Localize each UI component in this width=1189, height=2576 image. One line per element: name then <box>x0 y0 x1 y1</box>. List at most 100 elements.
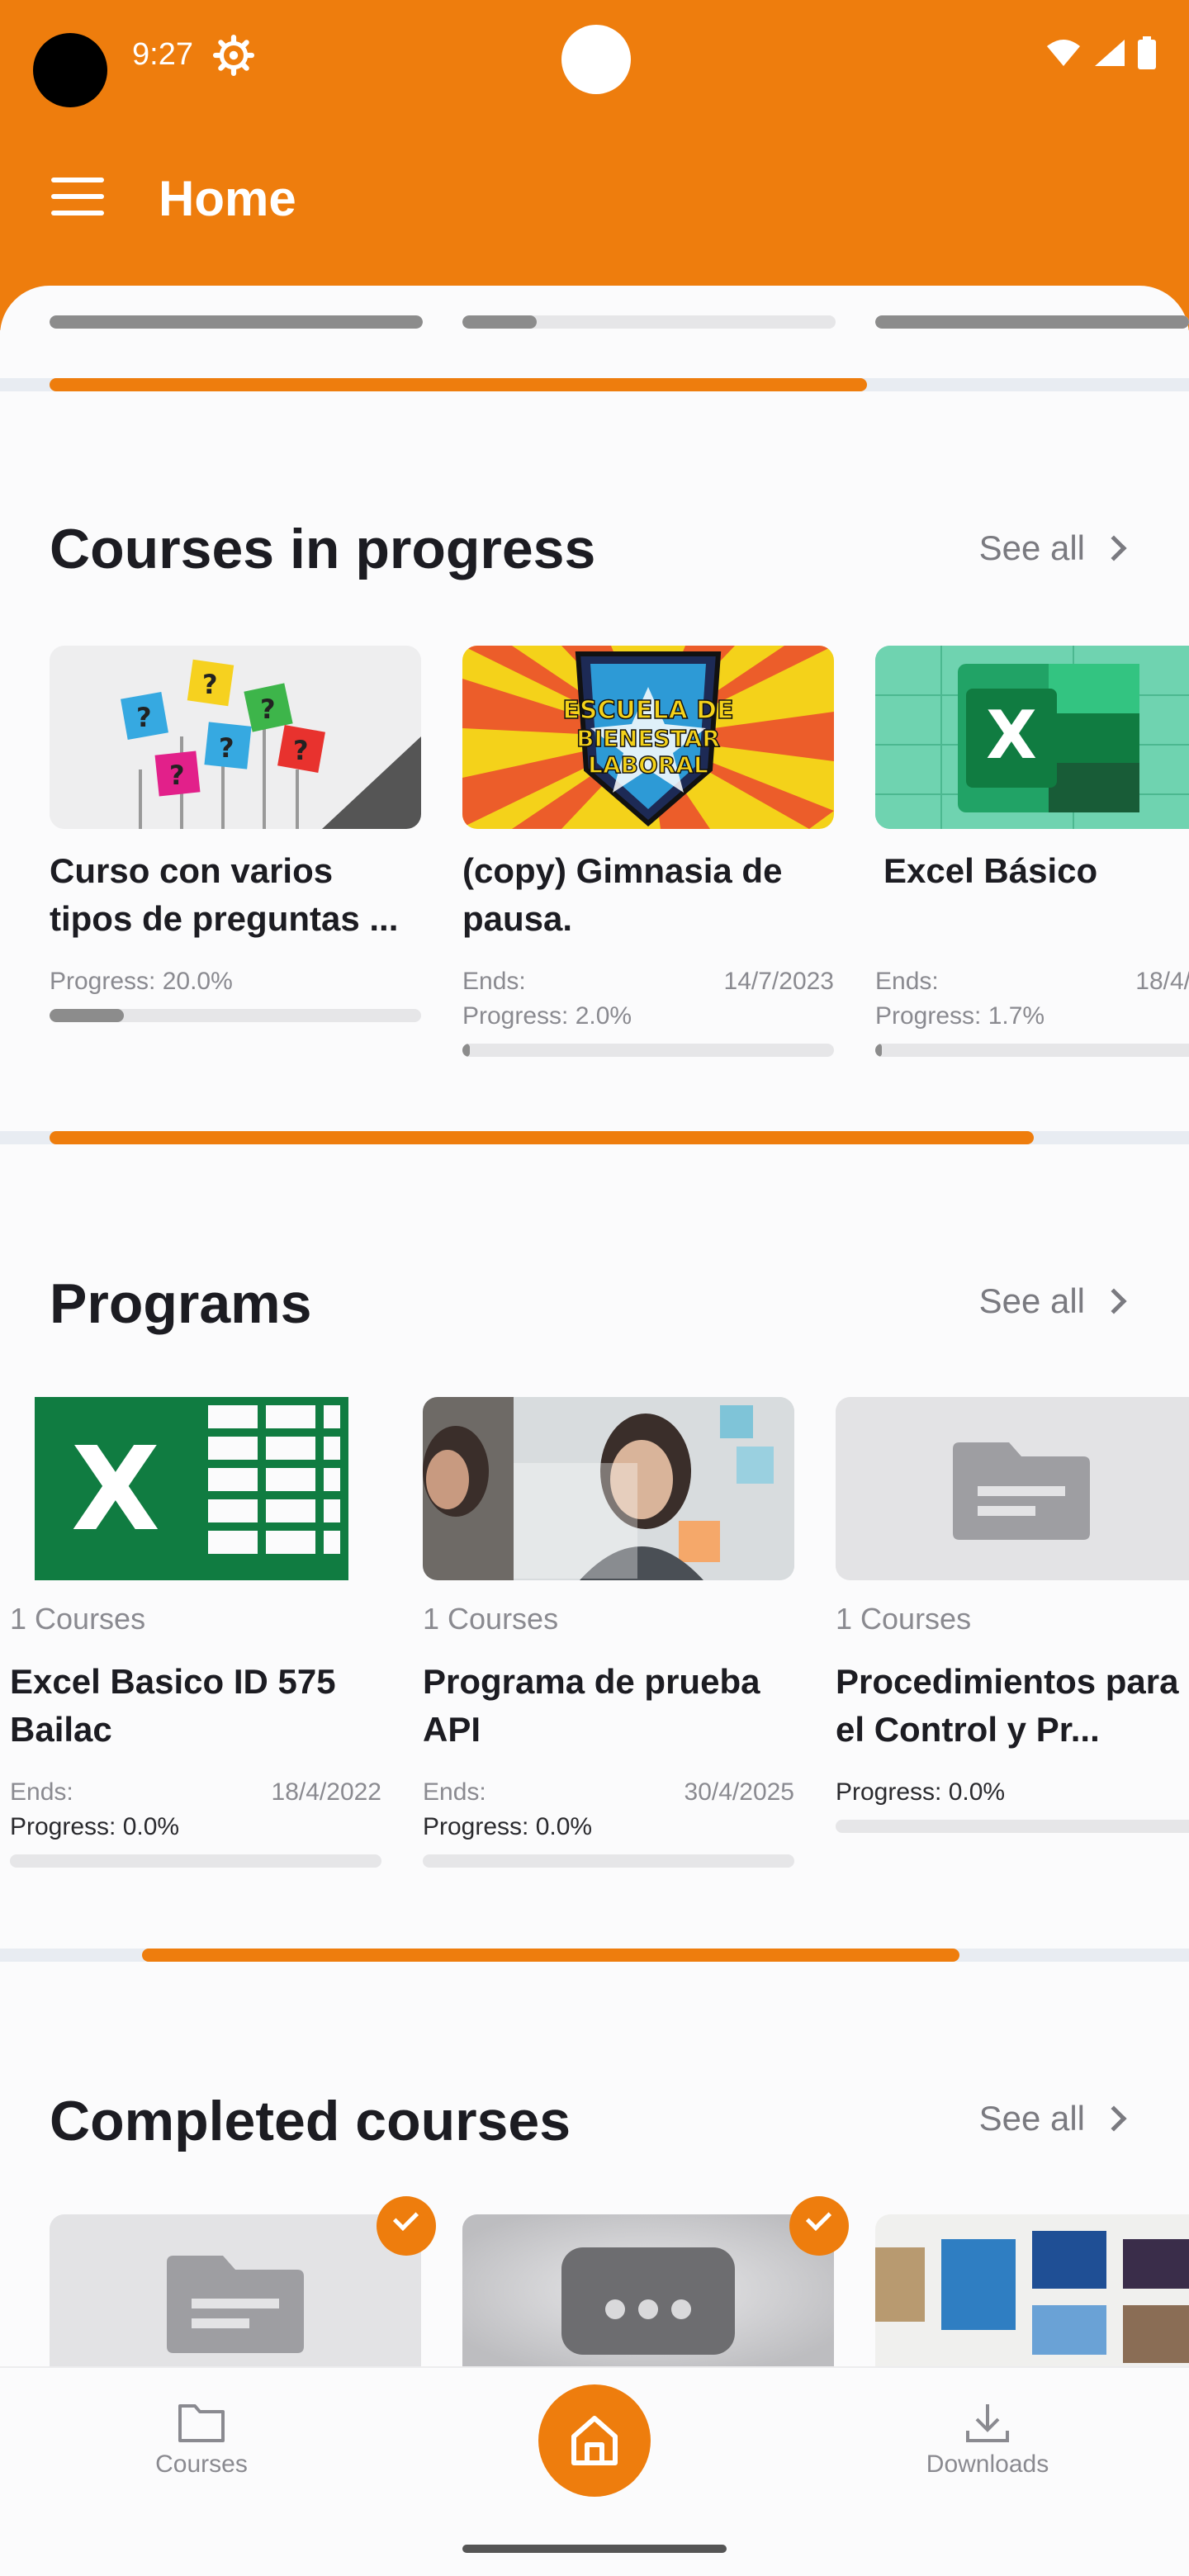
completed-course-card[interactable] <box>462 2214 834 2366</box>
ends-date: 14/7/2023 <box>723 968 834 995</box>
course-progress-bar <box>462 1044 834 1057</box>
svg-text:?: ? <box>202 669 218 700</box>
escuela-bienestar-image: ESCUELA DE BIENESTAR LABORAL <box>462 646 834 829</box>
svg-text:X: X <box>986 697 1037 774</box>
course-card[interactable]: X Excel Básico Ends: 18/4/ Progress: 1.7… <box>875 646 1189 1057</box>
section-title-completed-courses: Completed courses <box>50 2090 571 2152</box>
course-title: (copy) Gimnasia de pausa. <box>462 851 783 938</box>
course-ends-row: Ends: 18/4/ <box>875 968 1189 996</box>
hamburger-menu-icon[interactable] <box>51 178 104 219</box>
course-title: Excel Básico <box>883 851 1098 890</box>
ends-date: 18/4/ <box>1135 968 1189 995</box>
program-progress-bar <box>423 1854 794 1868</box>
program-ends-row: Ends: 30/4/2025 <box>423 1778 794 1807</box>
program-progress-label: Progress: 0.0% <box>10 1813 180 1840</box>
page-title: Home <box>159 171 296 226</box>
status-time: 9:27 <box>132 37 193 72</box>
carousel-scroll-indicator <box>50 1131 1034 1144</box>
svg-text:?: ? <box>169 760 185 791</box>
download-icon <box>966 2404 1009 2442</box>
course-thumbnail: ESCUELA DE BIENESTAR LABORAL <box>462 646 834 829</box>
see-all-programs[interactable]: See all <box>978 1281 1127 1321</box>
ends-date: 18/4/2022 <box>271 1778 381 1806</box>
course-card[interactable]: ESCUELA DE BIENESTAR LABORAL (copy) Gimn… <box>462 646 834 1057</box>
program-course-count: 1 Courses <box>10 1602 146 1636</box>
program-title: Excel Basico ID 575 Bailac <box>10 1662 336 1749</box>
settings-gear-icon <box>213 35 254 76</box>
nav-downloads[interactable]: Downloads <box>905 2401 1070 2479</box>
course-ends-row: Ends: 14/7/2023 <box>462 968 834 996</box>
course-progress-bar <box>875 1044 1189 1057</box>
program-thumbnail: X <box>10 1397 381 1580</box>
course-progress-label: Progress: 20.0% <box>50 968 233 995</box>
svg-text:?: ? <box>136 702 152 733</box>
program-ends-row: Ends: 18/4/2022 <box>10 1778 381 1807</box>
nav-downloads-label: Downloads <box>926 2451 1049 2478</box>
peek-progress-bar <box>50 315 423 329</box>
program-progress-bar <box>10 1854 381 1868</box>
camera-cutout <box>33 33 107 107</box>
course-thumbnail: X <box>875 646 1189 829</box>
program-title: Procedimientos para el Control y Pr... <box>836 1662 1179 1749</box>
peek-progress-bar <box>462 315 836 329</box>
svg-text:ESCUELA DE: ESCUELA DE <box>562 696 733 725</box>
wifi-icon <box>1047 40 1080 66</box>
program-card[interactable]: 1 Courses Procedimientos para el Control… <box>836 1397 1189 1833</box>
chevron-right-icon <box>1101 1288 1127 1314</box>
svg-text:?: ? <box>219 732 234 764</box>
svg-text:?: ? <box>260 694 276 725</box>
see-all-courses-in-progress[interactable]: See all <box>978 528 1127 568</box>
course-thumbnail: ??? ??? <box>50 646 421 829</box>
course-thumbnail <box>50 2214 421 2366</box>
chevron-right-icon <box>1101 535 1127 561</box>
signal-icon <box>1095 40 1125 66</box>
completed-check-icon <box>377 2196 436 2256</box>
nav-home-button[interactable] <box>538 2384 651 2497</box>
excel-logo-image: X <box>875 646 1189 829</box>
see-all-label: See all <box>978 1281 1085 1320</box>
program-card[interactable]: 1 Courses Programa de prueba API Ends: 3… <box>423 1397 794 1868</box>
home-icon <box>571 2416 618 2465</box>
nav-courses[interactable]: Courses <box>119 2401 284 2479</box>
ends-label: Ends: <box>462 968 526 995</box>
completed-course-card[interactable] <box>875 2214 1189 2366</box>
course-card[interactable]: ??? ??? Curso con varios tipos de pregun… <box>50 646 421 1022</box>
course-title: Curso con varios tipos de preguntas ... <box>50 851 399 938</box>
excel-logo-image: X <box>35 1397 348 1580</box>
question-marks-image: ??? ??? <box>50 646 421 829</box>
bottom-navigation: Courses Downloads <box>0 2366 1189 2576</box>
chat-bubble-icon <box>462 2214 834 2366</box>
program-progress-bar <box>836 1820 1189 1833</box>
see-all-label: See all <box>978 2099 1085 2138</box>
peek-progress-bar <box>875 315 1189 329</box>
carousel-scroll-indicator <box>142 1949 959 1962</box>
battery-icon <box>1138 36 1156 69</box>
program-thumbnail <box>423 1397 794 1580</box>
see-all-label: See all <box>978 528 1085 567</box>
course-thumbnail <box>462 2214 834 2366</box>
folder-icon <box>178 2404 225 2442</box>
course-progress-bar <box>50 1009 421 1022</box>
program-course-count: 1 Courses <box>423 1602 559 1636</box>
nav-courses-label: Courses <box>155 2451 248 2478</box>
ends-date: 30/4/2025 <box>684 1778 794 1806</box>
program-course-count: 1 Courses <box>836 1602 972 1636</box>
course-progress-label: Progress: 1.7% <box>875 1002 1045 1030</box>
folder-placeholder-icon <box>50 2214 421 2366</box>
program-title: Programa de prueba API <box>423 1662 760 1749</box>
ends-label: Ends: <box>423 1778 486 1806</box>
ends-label: Ends: <box>875 968 939 995</box>
program-progress-label: Progress: 0.0% <box>423 1813 593 1840</box>
svg-text:X: X <box>71 1423 160 1557</box>
front-camera <box>561 25 631 94</box>
section-title-courses-in-progress: Courses in progress <box>50 518 596 580</box>
system-icons <box>1045 36 1156 69</box>
chevron-right-icon <box>1101 2105 1127 2132</box>
gesture-handle <box>462 2545 727 2553</box>
see-all-completed-courses[interactable]: See all <box>978 2099 1127 2138</box>
svg-text:?: ? <box>293 735 309 766</box>
carousel-scroll-indicator <box>50 378 867 391</box>
course-thumbnail <box>875 2214 1189 2366</box>
completed-course-card[interactable] <box>50 2214 421 2366</box>
program-card[interactable]: X 1 Courses Excel Basico ID 575 Bailac E… <box>10 1397 381 1868</box>
